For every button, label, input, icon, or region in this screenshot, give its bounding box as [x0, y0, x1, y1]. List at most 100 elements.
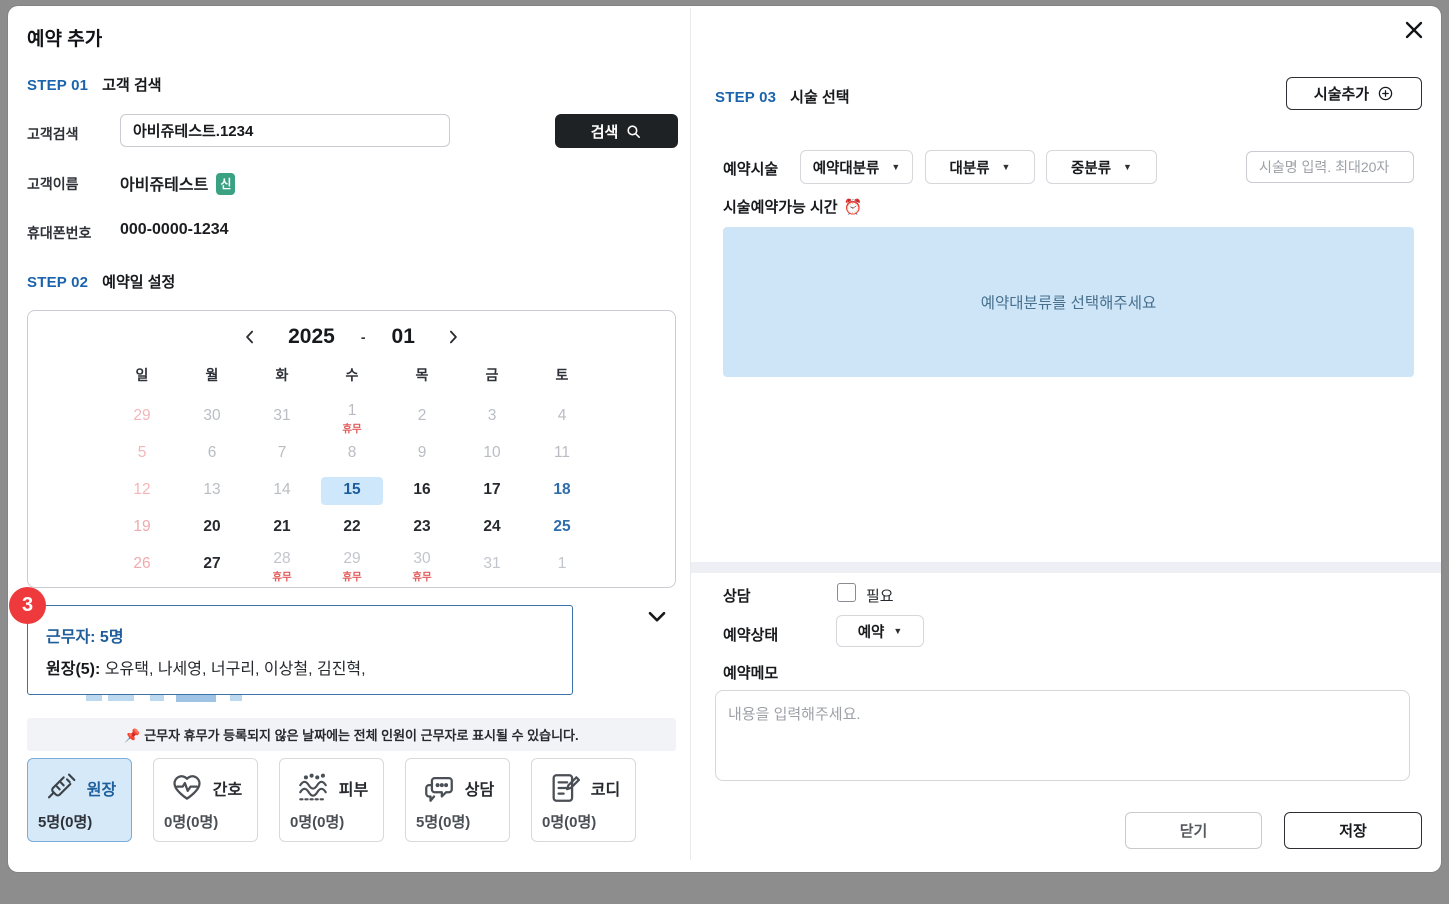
add-procedure-button[interactable]: 시술추가 [1286, 77, 1422, 110]
staff-card-count: 0명(0명) [542, 814, 597, 831]
calendar-day[interactable]: 23 [387, 509, 457, 546]
holiday-label: 휴무 [342, 422, 362, 435]
search-button-label: 검색 [590, 123, 619, 141]
customer-name-value: 아비쥬테스트 [120, 177, 209, 194]
calendar-day[interactable]: 1 휴무 [317, 398, 387, 435]
worker-role-label: 원장(5): [46, 661, 101, 678]
heart-pulse-icon [169, 771, 205, 805]
holiday-label: 휴무 [412, 570, 432, 583]
calendar-day[interactable]: 4 [527, 398, 597, 435]
staff-cards: 원장 5명(0명) 간호 0명(0명) 피부 0명(0명) 상담 5명(0명) 코디 0명(0명) [27, 758, 636, 842]
modal-backdrop: 예약 추가 STEP 01 고객 검색 고객검색 검색 고객이름 아비쥬테스트 신… [0, 0, 1449, 904]
memo-label: 예약메모 [723, 665, 779, 682]
calendar-day[interactable]: 21 [247, 509, 317, 546]
staff-card[interactable]: 원장 5명(0명) [27, 758, 132, 842]
calendar-day[interactable]: 30 휴무 [387, 546, 457, 583]
procedure-name-input[interactable] [1246, 151, 1414, 183]
calendar-day[interactable]: 20 [177, 509, 247, 546]
calendar-day[interactable]: 22 [317, 509, 387, 546]
calendar-day[interactable]: 19 [107, 509, 177, 546]
calendar-separator: - [360, 329, 366, 345]
calendar-day[interactable]: 29 휴무 [317, 546, 387, 583]
category1-dropdown[interactable]: 예약대분류 ▼ [800, 150, 913, 184]
calendar-month: 01 [391, 325, 415, 348]
step1-label: STEP 01 [27, 77, 89, 94]
calendar-year: 2025 [288, 325, 335, 348]
step-annotation-badge: 3 [9, 587, 46, 624]
phone-label: 휴대폰번호 [27, 225, 92, 241]
calendar-weekday: 금 [485, 367, 499, 383]
step2-title: 예약일 설정 [102, 274, 176, 291]
calendar-weekday: 일 [135, 367, 149, 383]
calendar-next-icon[interactable] [441, 325, 465, 349]
memo-textarea[interactable] [715, 690, 1410, 781]
category2-dropdown[interactable]: 대분류 ▼ [925, 150, 1035, 184]
empty-time-message: 예약대분류를 선택해주세요 [980, 295, 1157, 312]
worker-panel[interactable]: 근무자: 5명 원장(5): 오유택, 나세영, 너구리, 이상철, 김진혁, [27, 605, 573, 695]
calendar-day[interactable]: 18 [527, 472, 597, 509]
calendar-day[interactable]: 5 [107, 435, 177, 472]
status-dropdown-value: 예약 [857, 624, 885, 641]
calendar-day[interactable]: 17 [457, 472, 527, 509]
calendar-day[interactable]: 12 [107, 472, 177, 509]
calendar-day[interactable]: 3 [457, 398, 527, 435]
step3-title: 시술 선택 [790, 89, 850, 106]
calendar-day[interactable]: 7 [247, 435, 317, 472]
category2-dropdown-label: 대분류 [949, 160, 990, 177]
calendar-day[interactable]: 9 [387, 435, 457, 472]
staff-card-label: 코디 [590, 782, 621, 799]
panel-divider [690, 8, 691, 860]
calendar-day[interactable]: 16 [387, 472, 457, 509]
category3-dropdown[interactable]: 중분류 ▼ [1046, 150, 1157, 184]
staff-card[interactable]: 간호 0명(0명) [153, 758, 258, 842]
calendar-day[interactable]: 30 [177, 398, 247, 435]
calendar-day[interactable]: 25 [527, 509, 597, 546]
step3-label: STEP 03 [715, 89, 777, 106]
staff-card-count: 0명(0명) [164, 814, 219, 831]
category3-dropdown-label: 중분류 [1071, 160, 1112, 177]
consult-option-label: 필요 [866, 588, 894, 605]
consult-checkbox[interactable] [837, 583, 856, 602]
calendar-day[interactable]: 8 [317, 435, 387, 472]
calendar-day[interactable]: 27 [177, 546, 247, 583]
chat-icon [421, 771, 457, 805]
chevron-down-icon[interactable] [644, 604, 670, 633]
staff-card-label: 상담 [464, 782, 495, 799]
worker-summary: 근무자: 5명 [46, 629, 124, 646]
calendar-prev-icon[interactable] [238, 325, 262, 349]
calendar-weekday: 월 [205, 367, 219, 383]
skin-icon [295, 771, 331, 805]
customer-search-label: 고객검색 [27, 126, 79, 142]
staff-card-label: 피부 [338, 782, 369, 799]
save-button[interactable]: 저장 [1284, 812, 1422, 849]
procedure-label: 예약시술 [723, 161, 779, 178]
search-button[interactable]: 검색 [555, 114, 678, 148]
clipboard-pen-icon [547, 771, 583, 805]
staff-card[interactable]: 코디 0명(0명) [531, 758, 636, 842]
calendar-day[interactable]: 6 [177, 435, 247, 472]
close-button[interactable]: 닫기 [1125, 812, 1262, 849]
calendar-day[interactable]: 24 [457, 509, 527, 546]
calendar-day[interactable]: 31 [457, 546, 527, 583]
step2-label: STEP 02 [27, 274, 89, 291]
staff-card[interactable]: 상담 5명(0명) [405, 758, 510, 842]
calendar-day[interactable]: 14 [247, 472, 317, 509]
calendar-day[interactable]: 2 [387, 398, 457, 435]
available-time-label: 시술예약가능 시간 [723, 199, 838, 216]
worker-names: 오유택, 나세영, 너구리, 이상철, 김진혁, [104, 661, 366, 678]
calendar-day[interactable]: 31 [247, 398, 317, 435]
calendar-day[interactable]: 11 [527, 435, 597, 472]
calendar-day[interactable]: 10 [457, 435, 527, 472]
staff-card[interactable]: 피부 0명(0명) [279, 758, 384, 842]
calendar-day[interactable]: 28 휴무 [247, 546, 317, 583]
calendar-day[interactable]: 15 [317, 472, 387, 509]
syringe-icon [43, 771, 79, 805]
calendar-day[interactable]: 1 [527, 546, 597, 583]
calendar-day[interactable]: 26 [107, 546, 177, 583]
customer-name-label: 고객이름 [27, 176, 79, 192]
customer-search-input[interactable] [120, 114, 450, 147]
status-dropdown[interactable]: 예약 ▼ [836, 615, 924, 647]
calendar-day[interactable]: 29 [107, 398, 177, 435]
calendar-day[interactable]: 13 [177, 472, 247, 509]
close-icon[interactable] [1402, 18, 1426, 45]
